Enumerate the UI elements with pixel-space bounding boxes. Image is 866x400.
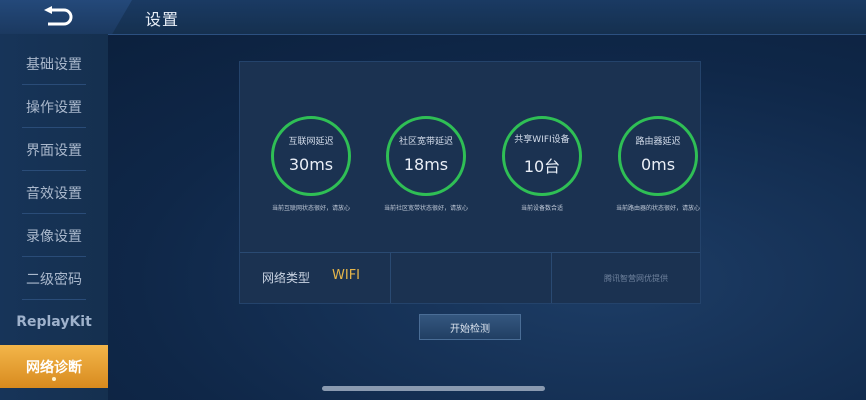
metric-community-latency: 社区宽带延迟 18ms 当前社区宽带状态很好，请放心 [370, 116, 482, 213]
sidebar-item-controls[interactable]: 操作设置 [0, 85, 108, 128]
metric-value: 30ms [288, 155, 334, 174]
metric-label: 共享WIFI设备 [514, 134, 570, 145]
metric-shared-wifi-devices: 共享WIFI设备 10台 当前设备数合适 [486, 116, 598, 213]
metric-description: 当前设备数合适 [520, 205, 563, 212]
diagnosis-panel: 互联网延迟 30ms 当前互联网状态很好，请放心 社区宽带延迟 18ms 当前社… [239, 61, 701, 304]
sidebar-item-network-diagnosis[interactable]: 网络诊断 [0, 345, 108, 388]
active-indicator-dot [52, 377, 56, 381]
metric-ring: 社区宽带延迟 18ms [386, 116, 466, 196]
metric-label: 互联网延迟 [288, 137, 334, 147]
sidebar-item-label: 界面设置 [26, 142, 82, 159]
metric-value: 18ms [403, 155, 449, 174]
sidebar-item-label: ReplayKit [16, 313, 92, 330]
sidebar-item-label: 基础设置 [26, 56, 82, 73]
sidebar-item-sound[interactable]: 音效设置 [0, 171, 108, 214]
sidebar-item-basic[interactable]: 基础设置 [0, 42, 108, 85]
home-indicator[interactable] [322, 386, 545, 391]
divider [551, 253, 552, 303]
top-bar: 设置 [0, 0, 866, 35]
metric-ring: 互联网延迟 30ms [271, 116, 351, 196]
sidebar: 基础设置 操作设置 界面设置 音效设置 录像设置 二级密码 ReplayKit … [0, 34, 108, 400]
metric-ring: 共享WIFI设备 10台 [502, 116, 582, 196]
sidebar-item-label: 音效设置 [26, 185, 82, 202]
sidebar-item-recording[interactable]: 录像设置 [0, 214, 108, 257]
metric-label: 路由器延迟 [635, 137, 681, 147]
sidebar-item-label: 录像设置 [26, 228, 82, 245]
back-button[interactable] [0, 0, 132, 34]
provider-credit: 腾讯智营网优提供 [604, 274, 668, 283]
metric-description: 当前路由器的状态很好，请放心 [615, 205, 700, 212]
page-title: 设置 [145, 10, 180, 29]
sidebar-item-label: 网络诊断 [26, 359, 82, 376]
back-arrow-icon [44, 6, 73, 26]
metric-value: 10台 [523, 156, 561, 176]
sidebar-item-replaykit[interactable]: ReplayKit [0, 300, 108, 343]
metric-description: 当前社区宽带状态很好，请放心 [383, 205, 468, 212]
network-type-value: WIFI [332, 268, 360, 283]
sidebar-item-label: 二级密码 [26, 271, 82, 288]
divider [390, 253, 391, 303]
start-check-button[interactable]: 开始检测 [419, 314, 521, 340]
metric-ring: 路由器延迟 0ms [618, 116, 698, 196]
metric-router-latency: 路由器延迟 0ms 当前路由器的状态很好，请放心 [602, 116, 714, 213]
metric-value: 0ms [640, 155, 676, 174]
sidebar-item-secondary-password[interactable]: 二级密码 [0, 257, 108, 300]
metric-description: 当前互联网状态很好，请放心 [271, 205, 350, 212]
metric-internet-latency: 互联网延迟 30ms 当前互联网状态很好，请放心 [255, 116, 367, 213]
sidebar-item-interface[interactable]: 界面设置 [0, 128, 108, 171]
sidebar-item-label: 操作设置 [26, 99, 82, 116]
metric-label: 社区宽带延迟 [398, 137, 453, 147]
network-type-label: 网络类型 [262, 271, 311, 285]
network-type-row: 网络类型 WIFI 腾讯智营网优提供 [240, 252, 700, 303]
